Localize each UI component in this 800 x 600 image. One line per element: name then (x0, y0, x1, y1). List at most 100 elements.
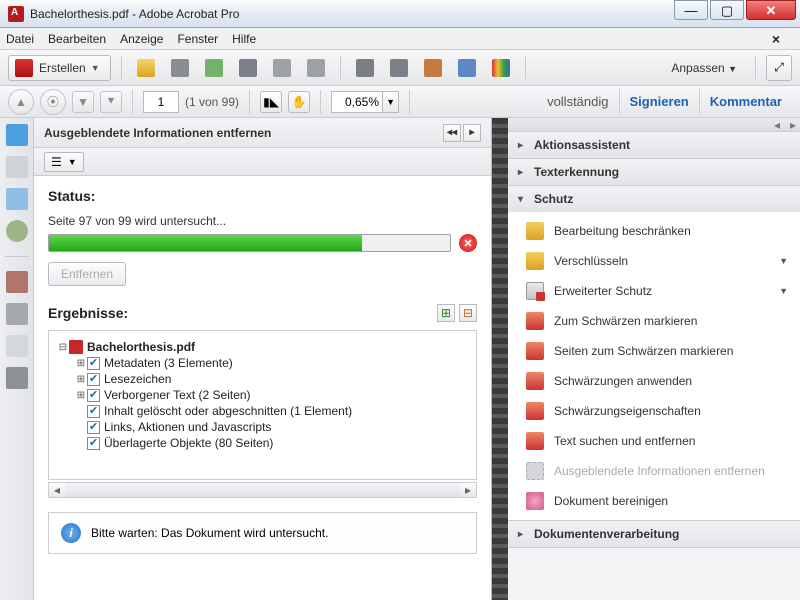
zoom-control[interactable]: ▼ (331, 91, 399, 113)
mail-icon (273, 59, 291, 77)
tool-item[interactable]: Verschlüsseln▼ (508, 246, 800, 276)
open-button[interactable] (132, 55, 160, 81)
menu-view[interactable]: Anzeige (120, 32, 163, 46)
gear-icon (356, 59, 374, 77)
chevron-down-icon: ▼ (779, 286, 788, 296)
menu-window[interactable]: Fenster (177, 32, 218, 46)
email-button[interactable] (268, 55, 296, 81)
window-minimize-button[interactable]: — (674, 0, 708, 20)
tool-item[interactable]: Zum Schwärzen markieren (508, 306, 800, 336)
print-button[interactable] (234, 55, 262, 81)
page-down-button[interactable]: ▼ (72, 91, 94, 113)
red-icon (526, 432, 544, 450)
fullscreen-button[interactable]: ⤢ (766, 55, 792, 81)
remove-button[interactable]: Entfernen (48, 262, 126, 286)
doc-icon (526, 282, 544, 300)
color-button[interactable] (487, 55, 515, 81)
layers-tab[interactable] (6, 335, 28, 357)
thumbnails-tab[interactable] (6, 124, 28, 146)
expand-all-button[interactable]: ⊞ (437, 304, 455, 322)
zoom-dropdown[interactable]: ▼ (382, 92, 398, 112)
horizontal-scrollbar[interactable]: ◂▸ (48, 482, 477, 498)
view-selector[interactable]: ☰▼ (44, 152, 84, 172)
cloud-icon (205, 59, 223, 77)
extract-button[interactable] (419, 55, 447, 81)
cancel-button[interactable]: ✕ (459, 234, 477, 252)
select-tool-button[interactable]: ▮◣ (260, 91, 282, 113)
printer-icon (390, 59, 408, 77)
tool-item[interactable]: Erweiterter Schutz▼ (508, 276, 800, 306)
results-tree: ⊟ Bachelorthesis.pdf ⊞✔Metadaten (3 Elem… (48, 330, 477, 480)
print-icon (239, 59, 257, 77)
panel-toolbar: ☰▼ (34, 148, 491, 176)
tool-item[interactable]: Bearbeitung beschränken (508, 216, 800, 246)
tree-item[interactable]: ⊞✔Lesezeichen (57, 371, 468, 387)
tool-item[interactable]: Schwärzungseigenschaften (508, 396, 800, 426)
find-icon (458, 59, 476, 77)
copy-icon (424, 59, 442, 77)
share-button[interactable] (302, 55, 330, 81)
tree-item[interactable]: ✔Inhalt gelöscht oder abgeschnitten (1 E… (57, 403, 468, 419)
bookmarks-tab[interactable] (6, 188, 28, 210)
create-button[interactable]: Erstellen ▼ (8, 55, 111, 81)
tree-item[interactable]: ⊞✔Metadaten (3 Elemente) (57, 355, 468, 371)
tree-item[interactable]: ✔Links, Aktionen und Javascripts (57, 419, 468, 435)
list-icon: ☰ (51, 155, 62, 169)
rainbow-icon (492, 59, 510, 77)
tool-item[interactable]: Seiten zum Schwärzen markieren (508, 336, 800, 366)
center-pane: Ausgeblendete Informationen entfernen ◂◂… (34, 118, 492, 600)
print2-button[interactable] (385, 55, 413, 81)
section-ocr[interactable]: ▸Texterkennung (508, 159, 800, 185)
folder-icon (137, 59, 155, 77)
tab-sign[interactable]: Signieren (630, 94, 689, 109)
menu-help[interactable]: Hilfe (232, 32, 256, 46)
window-titlebar: Bachelorthesis.pdf - Adobe Acrobat Pro —… (0, 0, 800, 28)
security-tab[interactable] (6, 271, 28, 293)
tool-item[interactable]: Schwärzungen anwenden (508, 366, 800, 396)
section-action-assistant[interactable]: ▸Aktionsassistent (508, 132, 800, 158)
red-icon (526, 372, 544, 390)
clip-tab[interactable] (6, 303, 28, 325)
hand-tool-button[interactable]: ✋ (288, 91, 310, 113)
collapse-all-button[interactable]: ⊟ (459, 304, 477, 322)
chevron-down-icon: ▼ (779, 256, 788, 266)
page-up-button[interactable]: ▲ (8, 89, 34, 115)
filmstrip-divider[interactable] (492, 118, 508, 600)
window-title: Bachelorthesis.pdf - Adobe Acrobat Pro (30, 7, 674, 21)
find-button[interactable] (453, 55, 481, 81)
tree-item[interactable]: ✔Überlagerte Objekte (80 Seiten) (57, 435, 468, 451)
signatures-tab[interactable] (6, 367, 28, 389)
menu-edit[interactable]: Bearbeiten (48, 32, 106, 46)
page-first-button[interactable]: ⦿ (40, 89, 66, 115)
menu-bar: Datei Bearbeiten Anzeige Fenster Hilfe × (0, 28, 800, 50)
tool-item[interactable]: Text suchen und entfernen (508, 426, 800, 456)
page-number-input[interactable] (143, 91, 179, 113)
panel-next-button[interactable]: ▸ (463, 124, 481, 142)
tools-pane: ◂▸ ▸Aktionsassistent ▸Texterkennung ▾Sch… (508, 118, 800, 600)
tree-root[interactable]: ⊟ Bachelorthesis.pdf (57, 339, 468, 355)
attachments-tab[interactable] (6, 220, 28, 242)
tool-item[interactable]: Dokument bereinigen (508, 486, 800, 516)
section-docproc[interactable]: ▸Dokumentenverarbeitung (508, 521, 800, 547)
section-protect[interactable]: ▾Schutz (508, 186, 800, 212)
tree-item[interactable]: ⊞✔Verborgener Text (2 Seiten) (57, 387, 468, 403)
panel-prev-button[interactable]: ◂◂ (443, 124, 461, 142)
create-label: Erstellen (39, 61, 86, 75)
window-close-button[interactable]: ✕ (746, 0, 796, 20)
pages-tab[interactable] (6, 156, 28, 178)
cloud-button[interactable] (200, 55, 228, 81)
menu-file[interactable]: Datei (6, 32, 34, 46)
tab-full[interactable]: vollständig (547, 94, 608, 109)
tools-scroll-controls[interactable]: ◂▸ (508, 118, 800, 132)
customize-link[interactable]: Anpassen ▼ (671, 61, 737, 75)
save-button[interactable] (166, 55, 194, 81)
window-maximize-button[interactable]: ▢ (710, 0, 744, 20)
red-icon (526, 312, 544, 330)
close-document-button[interactable]: × (772, 31, 780, 47)
grey-icon (526, 462, 544, 480)
tab-comment[interactable]: Kommentar (710, 94, 782, 109)
settings-button[interactable] (351, 55, 379, 81)
page-down2-button[interactable]: ⯆ (100, 91, 122, 113)
status-heading: Status: (48, 188, 477, 204)
zoom-input[interactable] (332, 95, 382, 109)
